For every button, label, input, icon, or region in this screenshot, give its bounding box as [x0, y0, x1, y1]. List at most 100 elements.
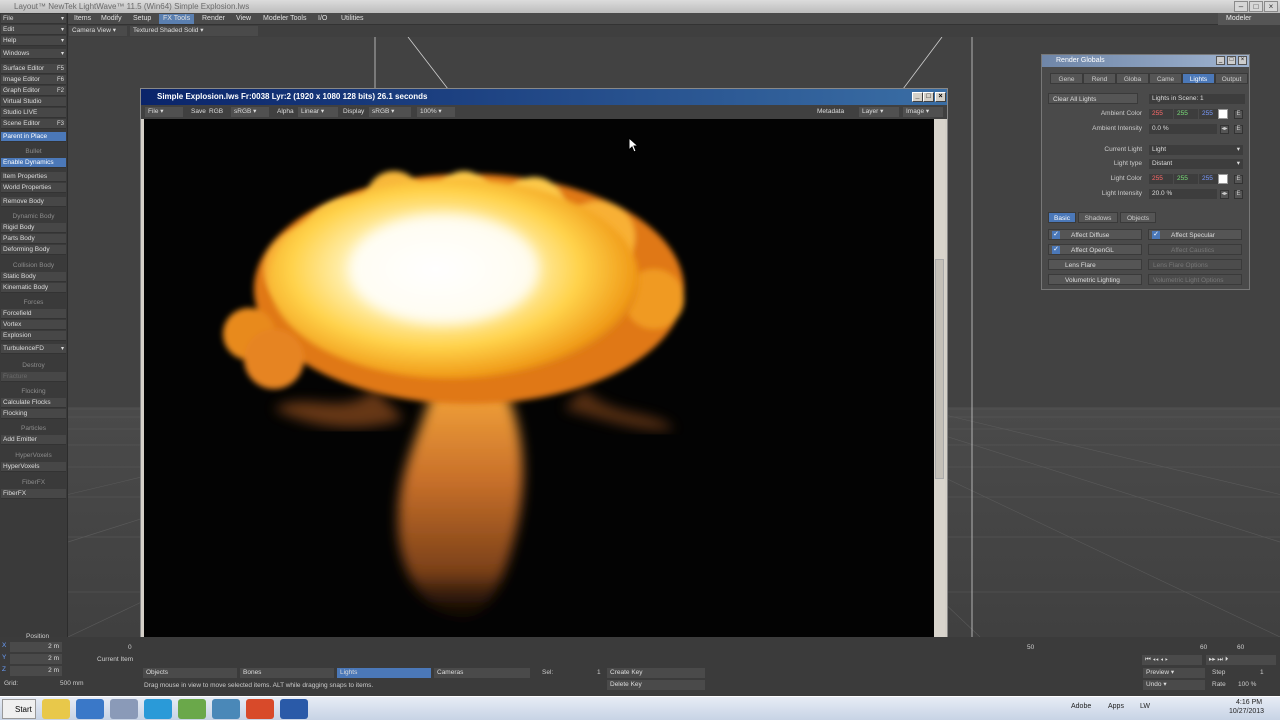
subtab-objects[interactable]: Objects	[1120, 212, 1156, 223]
tray-lw[interactable]: LW	[1140, 703, 1150, 710]
flocking-button[interactable]: Flocking	[1, 409, 66, 419]
subtab-shadows[interactable]: Shadows	[1078, 212, 1118, 223]
fracture-button[interactable]: Fracture	[1, 372, 66, 382]
surface-editor-button[interactable]: Surface Editor F5	[1, 64, 66, 74]
menu-file[interactable]: File ▾	[1, 14, 66, 24]
image-editor-button[interactable]: Image Editor F6	[1, 75, 66, 85]
skype-icon[interactable]	[144, 699, 172, 719]
light-intensity-field[interactable]: 20.0 %	[1149, 189, 1217, 199]
light-type-select[interactable]: Distant ▾	[1149, 159, 1243, 169]
minimize-button[interactable]: –	[1234, 1, 1248, 12]
turbulencefd-button[interactable]: TurbulenceFD ▾	[1, 344, 66, 354]
graph-editor-button[interactable]: Graph Editor F2	[1, 86, 66, 96]
fiberfx-button[interactable]: FiberFX	[1, 489, 66, 499]
playback-buttons-right[interactable]: ▸▸ ⏭ ⏵	[1206, 655, 1276, 665]
volumetric-options-button[interactable]: Volumetric Light Options	[1148, 274, 1242, 285]
z-position-field[interactable]: 2 m	[10, 666, 62, 676]
render-close-button[interactable]: ×	[935, 92, 946, 102]
scene-editor-button[interactable]: Scene Editor F3	[1, 119, 66, 129]
static-body-button[interactable]: Static Body	[1, 272, 66, 282]
ambient-red-field[interactable]: 255	[1149, 109, 1173, 119]
volumetric-lighting-toggle[interactable]: Volumetric Lighting	[1048, 274, 1142, 285]
item-properties-button[interactable]: Item Properties	[1, 172, 66, 182]
preview-select[interactable]: Preview ▾	[1143, 668, 1205, 678]
x-position-field[interactable]: 2 m	[10, 642, 62, 652]
render-file-menu[interactable]: File ▾	[145, 107, 183, 117]
parts-body-button[interactable]: Parts Body	[1, 234, 66, 244]
render-window-title-bar[interactable]: Simple Explosion.lws Fr:0038 Lyr:2 (1920…	[141, 89, 947, 105]
vortex-button[interactable]: Vortex	[1, 320, 66, 330]
clear-all-lights-button[interactable]: Clear All Lights	[1048, 93, 1138, 104]
ambient-green-field[interactable]: 255	[1174, 109, 1198, 119]
display-select[interactable]: sRGB ▾	[369, 107, 411, 117]
shading-select[interactable]: Textured Shaded Solid ▾	[130, 26, 258, 36]
virtual-studio-button[interactable]: Virtual Studio	[1, 97, 66, 107]
current-light-select[interactable]: Light ▾	[1149, 145, 1243, 155]
parent-in-place-button[interactable]: Parent in Place	[1, 132, 66, 142]
alpha-select[interactable]: Linear ▾	[298, 107, 338, 117]
affect-opengl-toggle[interactable]: ✓ Affect OpenGL	[1048, 244, 1142, 255]
render-vertical-scrollbar[interactable]	[934, 119, 945, 651]
save-colorspace-select[interactable]: sRGB ▾	[231, 107, 269, 117]
deforming-body-button[interactable]: Deforming Body	[1, 245, 66, 255]
render-globals-title-bar[interactable]: Render Globals _ □ ×	[1042, 55, 1249, 67]
tab-output[interactable]: Output	[1215, 73, 1248, 84]
ambient-color-swatch[interactable]	[1218, 109, 1228, 119]
rigid-body-button[interactable]: Rigid Body	[1, 223, 66, 233]
add-emitter-button[interactable]: Add Emitter	[1, 435, 66, 445]
tab-global-illumination[interactable]: Globa	[1116, 73, 1149, 84]
tab-camera[interactable]: Came	[1149, 73, 1182, 84]
bones-button[interactable]: Bones	[240, 668, 334, 678]
affect-caustics-toggle[interactable]: Affect Caustics	[1148, 244, 1242, 255]
globals-maximize-button[interactable]: □	[1227, 56, 1236, 65]
view-select[interactable]: Camera View ▾	[69, 26, 127, 36]
affect-specular-toggle[interactable]: ✓ Affect Specular	[1148, 229, 1242, 240]
playback-buttons[interactable]: ⏮ ◂◂ ◂ ▸	[1142, 655, 1202, 665]
globals-close-button[interactable]: ×	[1238, 56, 1247, 65]
hypervoxels-button[interactable]: HyperVoxels	[1, 462, 66, 472]
explosion-button[interactable]: Explosion	[1, 331, 66, 341]
tab-modeler-tools[interactable]: Modeler Tools	[259, 14, 310, 24]
subtab-basic[interactable]: Basic	[1048, 212, 1076, 223]
y-position-field[interactable]: 2 m	[10, 654, 62, 664]
forcefield-button[interactable]: Forcefield	[1, 309, 66, 319]
layer-select[interactable]: Layer ▾	[859, 107, 899, 117]
light-color-envelope[interactable]: E	[1234, 175, 1243, 184]
ambient-envelope-button[interactable]: E	[1234, 110, 1243, 119]
tab-lights[interactable]: Lights	[1182, 73, 1215, 84]
ambient-intensity-envelope[interactable]: E	[1234, 125, 1243, 134]
create-key-button[interactable]: Create Key	[607, 668, 705, 678]
light-color-swatch[interactable]	[1218, 174, 1228, 184]
tab-view[interactable]: View	[232, 14, 255, 24]
world-properties-button[interactable]: World Properties	[1, 183, 66, 193]
studio-live-button[interactable]: Studio LIVE	[1, 108, 66, 118]
tab-modify[interactable]: Modify	[97, 14, 126, 24]
light-intensity-arrows[interactable]: ◂▸	[1220, 190, 1229, 199]
ambient-intensity-field[interactable]: 0.0 %	[1149, 124, 1217, 134]
maximize-button[interactable]: □	[1249, 1, 1263, 12]
tab-fx-tools[interactable]: FX Tools	[159, 14, 195, 24]
light-intensity-envelope[interactable]: E	[1234, 190, 1243, 199]
render-maximize-button[interactable]: □	[923, 92, 934, 102]
cameras-button[interactable]: Cameras	[434, 668, 530, 678]
lightwave-icon[interactable]	[280, 699, 308, 719]
render-minimize-button[interactable]: _	[912, 92, 923, 102]
file-manager-icon[interactable]	[212, 699, 240, 719]
image-select[interactable]: Image ▾	[903, 107, 943, 117]
tab-render[interactable]: Rend	[1083, 73, 1116, 84]
light-green-field[interactable]: 255	[1174, 174, 1198, 184]
tab-render[interactable]: Render	[198, 14, 229, 24]
start-button[interactable]: Start	[2, 699, 36, 719]
lens-flare-options-button[interactable]: Lens Flare Options	[1148, 259, 1242, 270]
calculator-icon[interactable]	[110, 699, 138, 719]
affect-diffuse-toggle[interactable]: ✓ Affect Diffuse	[1048, 229, 1142, 240]
tab-utilities[interactable]: Utilities	[337, 14, 368, 24]
menu-windows[interactable]: Windows ▾	[1, 49, 66, 59]
calculate-flocks-button[interactable]: Calculate Flocks	[1, 398, 66, 408]
tray-apps[interactable]: Apps	[1108, 703, 1124, 710]
chart-app-icon[interactable]	[178, 699, 206, 719]
tab-general[interactable]: Gene	[1050, 73, 1083, 84]
tab-io[interactable]: I/O	[314, 14, 331, 24]
tab-setup[interactable]: Setup	[129, 14, 155, 24]
ambient-intensity-arrows[interactable]: ◂▸	[1220, 125, 1229, 134]
